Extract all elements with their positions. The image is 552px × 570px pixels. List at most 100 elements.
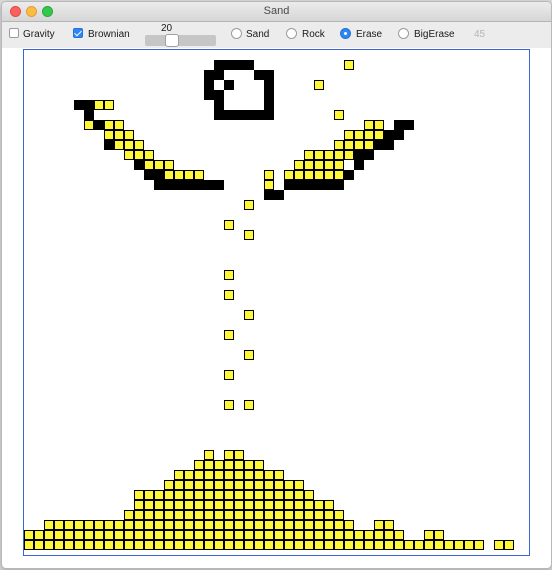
sand-grain <box>244 490 254 500</box>
rock-label[interactable]: Rock <box>302 29 325 40</box>
sand-grain <box>264 170 274 180</box>
erase-label[interactable]: Erase <box>356 29 382 40</box>
sand-grain <box>334 540 344 550</box>
rock-block <box>264 70 274 80</box>
sand-canvas[interactable] <box>23 49 530 556</box>
rock-block <box>374 140 384 150</box>
rock-block <box>394 130 404 140</box>
sand-grain <box>124 130 134 140</box>
sand-grain <box>254 540 264 550</box>
toolbar: Gravity Brownian 20 Sand Rock Erase BigE… <box>2 22 551 48</box>
sand-grain <box>374 520 384 530</box>
sand-grain <box>204 490 214 500</box>
sand-grain <box>334 160 344 170</box>
sand-grain <box>204 520 214 530</box>
sand-grain <box>364 120 374 130</box>
sand-label[interactable]: Sand <box>246 29 269 40</box>
sand-grain <box>94 100 104 110</box>
sand-grain <box>234 490 244 500</box>
sand-radio[interactable] <box>231 28 242 39</box>
sand-grain <box>164 170 174 180</box>
sand-grain <box>194 540 204 550</box>
rock-block <box>224 110 234 120</box>
sand-grain <box>74 520 84 530</box>
sand-grain <box>34 540 44 550</box>
sand-grain <box>294 540 304 550</box>
sand-grain <box>234 500 244 510</box>
sand-grain <box>194 500 204 510</box>
sand-grain <box>194 520 204 530</box>
sand-grain <box>354 130 364 140</box>
gravity-label[interactable]: Gravity <box>23 29 55 40</box>
sand-grain <box>274 500 284 510</box>
sand-grain <box>244 480 254 490</box>
sand-grain <box>304 170 314 180</box>
bigerase-label[interactable]: BigErase <box>414 29 455 40</box>
sand-grain <box>184 480 194 490</box>
sand-grain <box>164 500 174 510</box>
rock-block <box>284 180 294 190</box>
brownian-label[interactable]: Brownian <box>88 29 130 40</box>
sand-grain <box>364 140 374 150</box>
sand-grain <box>164 480 174 490</box>
sand-grain <box>154 510 164 520</box>
sand-grain <box>284 490 294 500</box>
brownian-checkbox[interactable] <box>73 28 83 38</box>
title-bar: Sand <box>2 2 551 22</box>
sand-grain <box>234 530 244 540</box>
sand-grain <box>84 520 94 530</box>
rock-block <box>104 140 114 150</box>
sand-grain <box>214 480 224 490</box>
sand-grain <box>104 130 114 140</box>
sand-grain <box>344 140 354 150</box>
sand-grain <box>184 490 194 500</box>
gravity-checkbox[interactable] <box>9 28 19 38</box>
sand-grain <box>184 520 194 530</box>
sand-grain <box>324 510 334 520</box>
sand-grain <box>324 530 334 540</box>
sand-grain <box>154 520 164 530</box>
sand-grain <box>424 530 434 540</box>
rock-block <box>214 70 224 80</box>
rock-block <box>84 100 94 110</box>
speed-slider[interactable] <box>145 34 216 47</box>
sand-grain <box>194 170 204 180</box>
rock-block <box>214 100 224 110</box>
sand-grain <box>264 530 274 540</box>
rock-block <box>154 170 164 180</box>
sand-grain <box>204 540 214 550</box>
rock-block <box>264 100 274 110</box>
sand-grain <box>274 540 284 550</box>
sand-grain <box>174 520 184 530</box>
erase-radio[interactable] <box>340 28 351 39</box>
sand-grain <box>174 540 184 550</box>
rock-radio[interactable] <box>286 28 297 39</box>
rock-block <box>244 60 254 70</box>
sand-grain <box>444 540 454 550</box>
sand-grain <box>224 510 234 520</box>
bigerase-radio[interactable] <box>398 28 409 39</box>
sand-grain <box>494 540 504 550</box>
sand-grain <box>154 490 164 500</box>
sand-grain <box>504 540 514 550</box>
sand-grain <box>84 120 94 130</box>
sand-grain <box>274 470 284 480</box>
sand-grain <box>164 530 174 540</box>
slider-knob[interactable] <box>165 34 179 47</box>
rock-block <box>254 70 264 80</box>
sand-grain <box>214 540 224 550</box>
rock-block <box>224 80 234 90</box>
sand-grain <box>224 370 234 380</box>
sand-grain <box>214 530 224 540</box>
rock-block <box>334 180 344 190</box>
sand-grain <box>104 120 114 130</box>
sand-grain <box>344 150 354 160</box>
rock-block <box>234 110 244 120</box>
sand-grain <box>234 480 244 490</box>
sand-grain <box>64 520 74 530</box>
sand-grain <box>54 520 64 530</box>
sand-grain <box>284 500 294 510</box>
sand-grain <box>194 510 204 520</box>
sand-grain <box>244 510 254 520</box>
rock-block <box>214 180 224 190</box>
